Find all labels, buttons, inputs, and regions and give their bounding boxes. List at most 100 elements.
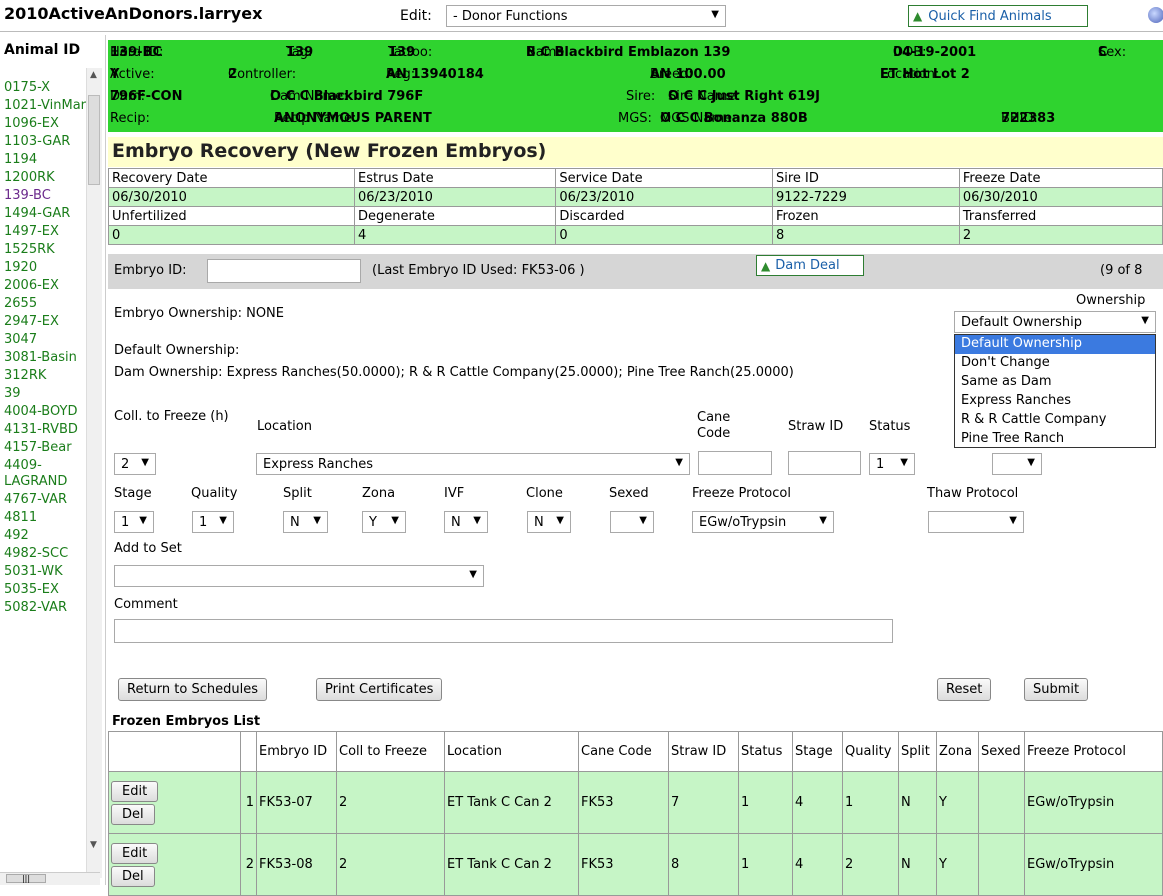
stage-select[interactable]: 1 ▼ xyxy=(114,511,154,533)
ivf-select[interactable]: N ▼ xyxy=(444,511,488,533)
ownership-option[interactable]: Same as Dam xyxy=(955,373,1155,392)
table-cell: 8 xyxy=(668,833,739,896)
table-cell: EGw/oTrypsin xyxy=(1024,833,1163,896)
animal-list-item[interactable]: 1525RK xyxy=(4,242,86,258)
ownership-option[interactable]: Pine Tree Ranch xyxy=(955,430,1155,449)
ownership-option[interactable]: R & R Cattle Company xyxy=(955,411,1155,430)
ownership-option[interactable]: Default Ownership xyxy=(955,335,1155,354)
animal-list-item[interactable]: 4131-RVBD xyxy=(4,422,86,438)
coll-to-freeze-label: Coll. to Freeze (h) xyxy=(114,409,229,424)
table-header-row: Embryo ID Coll to Freeze Location Cane C… xyxy=(108,731,1163,772)
edit-row-button[interactable]: Edit xyxy=(111,842,159,864)
animal-list-item[interactable]: 1096-EX xyxy=(4,116,86,132)
print-certificates-button[interactable]: Print Certificates xyxy=(316,678,443,701)
scrollbar-thumb[interactable] xyxy=(88,95,100,185)
animal-list-item[interactable]: 492 xyxy=(4,528,86,544)
table-header-cell: Estrus Date xyxy=(353,168,557,188)
animal-list-item[interactable]: 1194 xyxy=(4,152,86,168)
delete-row-button[interactable]: Del xyxy=(111,803,155,825)
quality-select[interactable]: 1 ▼ xyxy=(192,511,234,533)
submit-button[interactable]: Submit xyxy=(1024,678,1089,701)
horizontal-scrollbar-thumb[interactable]: ||| xyxy=(6,874,46,883)
animal-list-item[interactable]: 1497-EX xyxy=(4,224,86,240)
embryo-id-input[interactable] xyxy=(207,259,361,283)
comment-input[interactable] xyxy=(114,619,893,643)
animal-list-item[interactable]: 5035-EX xyxy=(4,582,86,598)
straw-id-label: Straw ID xyxy=(788,419,844,434)
ownership-select[interactable]: Default Ownership ▼ xyxy=(954,311,1156,333)
table-cell: 2 xyxy=(240,833,257,896)
animal-list-item[interactable]: 1200RK xyxy=(4,170,86,186)
ownership-option[interactable]: Express Ranches xyxy=(955,392,1155,411)
animal-list-item[interactable]: 4157-Bear xyxy=(4,440,86,456)
animal-list-item[interactable]: 1021-VinMar xyxy=(4,98,86,114)
animal-list-item[interactable]: 5031-WK xyxy=(4,564,86,580)
chevron-down-icon: ▼ xyxy=(711,9,719,20)
edit-function-select[interactable]: - Donor Functions ▼ xyxy=(446,5,726,27)
clone-select[interactable]: N ▼ xyxy=(527,511,571,533)
animal-list-item[interactable]: 4409-LAGRAND xyxy=(4,458,86,490)
animal-list-item[interactable]: 4982-SCC xyxy=(4,546,86,562)
location-select[interactable]: Express Ranches ▼ xyxy=(256,453,690,475)
cane-code-input[interactable] xyxy=(698,451,772,475)
add-to-set-select[interactable]: ▼ xyxy=(114,565,484,587)
animal-list-item[interactable]: 3081-Basin xyxy=(4,350,86,366)
animal-list-item[interactable]: 4004-BOYD xyxy=(4,404,86,420)
ownership-select-value: Default Ownership xyxy=(961,314,1082,330)
return-to-schedules-button[interactable]: Return to Schedules xyxy=(118,678,267,701)
edit-row-button[interactable]: Edit xyxy=(111,780,159,802)
extra-select[interactable]: ▼ xyxy=(992,453,1042,475)
reset-button[interactable]: Reset xyxy=(937,678,992,701)
table-cell: N xyxy=(898,833,937,896)
globe-icon[interactable] xyxy=(1148,7,1163,23)
embryo-id-label: Embryo ID: xyxy=(114,263,187,278)
animal-list-scrollbar[interactable] xyxy=(86,68,102,878)
animal-list-item[interactable]: 4767-VAR xyxy=(4,492,86,508)
coll-to-freeze-select[interactable]: 2 ▼ xyxy=(114,453,156,475)
animal-list-item[interactable]: 1103-GAR xyxy=(4,134,86,150)
quick-find-animals-button[interactable]: ▲ Quick Find Animals xyxy=(908,5,1088,27)
zona-select[interactable]: Y ▼ xyxy=(362,511,406,533)
animal-list-item[interactable]: 5082-VAR xyxy=(4,600,86,616)
recip-name-label: Recip Name: xyxy=(274,111,357,126)
ownership-option[interactable]: Don't Change xyxy=(955,354,1155,373)
animal-list-item[interactable]: 1920 xyxy=(4,260,86,276)
animal-list-item[interactable]: 0175-X xyxy=(4,80,86,96)
scroll-up-icon[interactable]: ▲ xyxy=(90,70,97,80)
animal-list-item[interactable]: 4811 xyxy=(4,510,86,526)
frozen-embryos-table: Embryo ID Coll to Freeze Location Cane C… xyxy=(108,731,1163,896)
animal-list-item[interactable]: 2655 xyxy=(4,296,86,312)
animal-list-item[interactable]: 2947-EX xyxy=(4,314,86,330)
table-cell xyxy=(978,771,1025,834)
animal-list-item[interactable]: 139-BC xyxy=(4,188,86,204)
status-select[interactable]: 1 ▼ xyxy=(869,453,915,475)
animal-list-item[interactable]: 312RK xyxy=(4,368,86,384)
animal-list-item[interactable]: 3047 xyxy=(4,332,86,348)
freeze-protocol-select[interactable]: EGw/oTrypsin ▼ xyxy=(692,511,834,533)
scroll-down-icon[interactable]: ▼ xyxy=(90,840,97,850)
table-header-cell: Status xyxy=(738,731,793,772)
delete-row-button[interactable]: Del xyxy=(111,865,155,887)
thaw-protocol-select[interactable]: ▼ xyxy=(928,511,1024,533)
animal-list-item[interactable]: 39 xyxy=(4,386,86,402)
tattoo-label: Tattoo: xyxy=(388,45,433,60)
edit-function-value: - Donor Functions xyxy=(453,8,568,24)
table-cell: EGw/oTrypsin xyxy=(1024,771,1163,834)
straw-id-input[interactable] xyxy=(788,451,861,475)
dam-deal-button[interactable]: ▲ Dam Deal xyxy=(756,255,864,276)
table-cell: 4 xyxy=(353,225,557,245)
table-header-cell: Freeze Protocol xyxy=(1024,731,1163,772)
table-header-cell xyxy=(108,731,241,772)
split-select[interactable]: N ▼ xyxy=(283,511,328,533)
recovery-value-row-1: 06/30/2010 06/23/2010 06/23/2010 9122-72… xyxy=(108,187,1163,207)
animal-list-item[interactable]: 2006-EX xyxy=(4,278,86,294)
chevron-down-icon: ▼ xyxy=(900,457,908,468)
status-label: Status xyxy=(869,419,911,434)
mgs-label: MGS: xyxy=(618,111,652,126)
page-title: Embryo Recovery (New Frozen Embryos) xyxy=(112,140,547,162)
animal-list-item[interactable]: 1494-GAR xyxy=(4,206,86,222)
sexed-select[interactable]: ▼ xyxy=(610,511,654,533)
table-cell: 0 xyxy=(555,225,773,245)
table-cell: 06/30/2010 xyxy=(958,187,1163,207)
table-cell: 9122-7229 xyxy=(771,187,960,207)
